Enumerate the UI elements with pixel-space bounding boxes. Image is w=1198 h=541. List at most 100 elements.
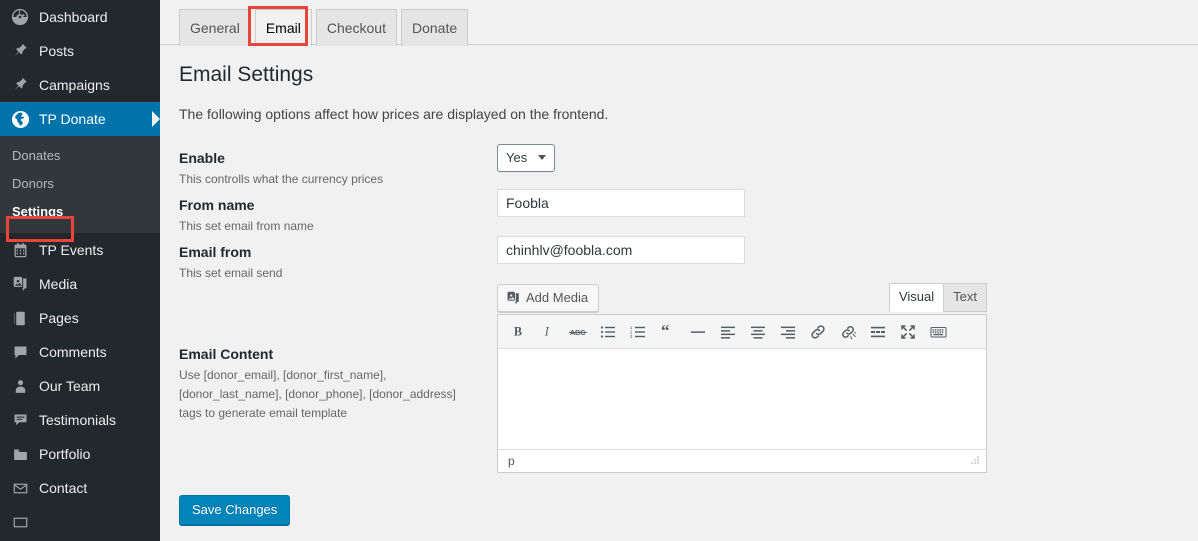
email-from-description: This set email send bbox=[179, 266, 283, 281]
field-input-cell: Add Media Visual Text B I ABC 1 2 3 “ p bbox=[497, 283, 1198, 485]
field-label-cell: Email from This set email send bbox=[179, 236, 497, 283]
blockquote-icon[interactable]: “ bbox=[653, 319, 683, 345]
editor-content-area[interactable] bbox=[498, 349, 986, 450]
sidebar-item-label: Comments bbox=[39, 344, 107, 360]
svg-text:B: B bbox=[513, 325, 521, 339]
tab-checkout[interactable]: Checkout bbox=[315, 9, 397, 46]
from-name-label: From name bbox=[179, 197, 255, 214]
user-icon bbox=[10, 376, 30, 396]
sidebar-item-label: Dashboard bbox=[39, 9, 108, 25]
sidebar-subitem-donors[interactable]: Donors bbox=[0, 170, 160, 198]
sidebar-item-label: Campaigns bbox=[39, 77, 110, 93]
sidebar-item-label: Testimonials bbox=[39, 412, 117, 428]
calendar-icon bbox=[10, 240, 30, 260]
sidebar-subitem-settings[interactable]: Settings bbox=[0, 198, 160, 226]
wp-editor: Add Media Visual Text B I ABC 1 2 3 “ p bbox=[497, 283, 987, 474]
envelope-icon bbox=[10, 478, 30, 498]
from-name-description: This set email from name bbox=[179, 219, 314, 234]
editor-toolbar: B I ABC 1 2 3 “ bbox=[498, 315, 986, 350]
sidebar-item-pages[interactable]: Pages bbox=[0, 301, 160, 335]
editor-element-path: p bbox=[508, 454, 515, 469]
page-title: Email Settings bbox=[179, 63, 314, 86]
sidebar-subitem-donates[interactable]: Donates bbox=[0, 142, 160, 170]
editor-top-bar: Add Media Visual Text bbox=[497, 283, 987, 314]
wordpress-admin: Dashboard Posts Campaigns TP Donate Dona… bbox=[0, 0, 1198, 541]
align-left-icon[interactable] bbox=[713, 319, 743, 345]
page-intro: The following options affect how prices … bbox=[179, 106, 609, 123]
sidebar-item-label: TP Donate bbox=[39, 111, 106, 127]
from-name-input[interactable] bbox=[497, 189, 745, 218]
bold-icon[interactable]: B bbox=[503, 319, 533, 345]
field-row-enable: Enable This controlls what the currency … bbox=[179, 144, 1198, 189]
sidebar-item-tp-donate[interactable]: TP Donate bbox=[0, 102, 160, 136]
globe-icon bbox=[10, 109, 30, 129]
pin-icon bbox=[10, 75, 30, 95]
dashboard-icon bbox=[10, 7, 30, 27]
field-input-cell bbox=[497, 189, 1198, 236]
settings-tab-bar: General Email Checkout Donate bbox=[160, 0, 1198, 47]
tab-text[interactable]: Text bbox=[943, 283, 987, 313]
sidebar-item-portfolio[interactable]: Portfolio bbox=[0, 437, 160, 471]
align-center-icon[interactable] bbox=[743, 319, 773, 345]
fullscreen-icon[interactable] bbox=[893, 319, 923, 345]
sidebar-item-dashboard[interactable]: Dashboard bbox=[0, 0, 160, 34]
strikethrough-icon[interactable]: ABC bbox=[563, 319, 593, 345]
sidebar-item-testimonials[interactable]: Testimonials bbox=[0, 403, 160, 437]
field-label-cell: Enable This controlls what the currency … bbox=[179, 144, 497, 189]
sidebar-item-media[interactable]: Media bbox=[0, 267, 160, 301]
editor-statusbar: p bbox=[498, 449, 986, 473]
sidebar-item-contact[interactable]: Contact bbox=[0, 471, 160, 505]
sidebar-item-label: Our Team bbox=[39, 378, 101, 394]
numbered-list-icon[interactable]: 123 bbox=[623, 319, 653, 345]
sidebar-item-partial[interactable] bbox=[0, 505, 160, 539]
sidebar-item-posts[interactable]: Posts bbox=[0, 34, 160, 68]
field-input-cell: Yes No bbox=[497, 144, 1198, 189]
unlink-icon[interactable] bbox=[833, 319, 863, 345]
sidebar-item-our-team[interactable]: Our Team bbox=[0, 369, 160, 403]
pages-icon bbox=[10, 308, 30, 328]
add-media-button[interactable]: Add Media bbox=[497, 284, 600, 313]
read-more-icon[interactable] bbox=[863, 319, 893, 345]
field-row-from-name: From name This set email from name bbox=[179, 189, 1198, 236]
italic-icon[interactable]: I bbox=[533, 319, 563, 345]
bulleted-list-icon[interactable] bbox=[593, 319, 623, 345]
svg-text:“: “ bbox=[661, 324, 670, 339]
horizontal-rule-icon[interactable] bbox=[683, 319, 713, 345]
sidebar-item-label: Posts bbox=[39, 43, 75, 59]
field-label-cell: Email Content Use [donor_email], [donor_… bbox=[179, 283, 497, 485]
sidebar-item-comments[interactable]: Comments bbox=[0, 335, 160, 369]
tab-general[interactable]: General bbox=[179, 9, 251, 46]
tab-visual[interactable]: Visual bbox=[888, 283, 945, 313]
sidebar-item-campaigns[interactable]: Campaigns bbox=[0, 68, 160, 102]
tab-donate[interactable]: Donate bbox=[400, 9, 469, 46]
link-icon[interactable] bbox=[803, 319, 833, 345]
sidebar-item-label: Portfolio bbox=[39, 446, 91, 462]
sidebar-item-label: Contact bbox=[39, 480, 88, 496]
email-content-label: Email Content bbox=[179, 346, 274, 363]
editor-mode-tabs: Visual Text bbox=[888, 283, 987, 313]
align-right-icon[interactable] bbox=[773, 319, 803, 345]
save-changes-button[interactable]: Save Changes bbox=[179, 495, 291, 526]
sidebar-item-tp-events[interactable]: TP Events bbox=[0, 233, 160, 267]
portfolio-icon bbox=[10, 444, 30, 464]
sidebar-submenu-tp-donate: Donates Donors Settings bbox=[0, 136, 160, 233]
enable-select[interactable]: Yes No bbox=[497, 144, 555, 173]
main-content: General Email Checkout Donate Email Setting… bbox=[160, 0, 1198, 541]
tab-email[interactable]: Email bbox=[254, 9, 312, 47]
resize-handle-icon[interactable] bbox=[968, 455, 980, 467]
pin-icon bbox=[10, 41, 30, 61]
toolbar-toggle-icon[interactable] bbox=[923, 319, 953, 345]
svg-text:I: I bbox=[543, 325, 549, 339]
testimonial-icon bbox=[10, 410, 30, 430]
sidebar-item-label: Pages bbox=[39, 310, 79, 326]
media-icon bbox=[10, 274, 30, 294]
email-from-input[interactable] bbox=[497, 236, 745, 265]
sidebar-item-label: TP Events bbox=[39, 242, 104, 258]
media-icon bbox=[506, 291, 521, 306]
enable-label: Enable bbox=[179, 150, 225, 167]
partial-icon bbox=[10, 512, 30, 532]
field-row-email-from: Email from This set email send bbox=[179, 236, 1198, 283]
editor-frame: B I ABC 1 2 3 “ p bbox=[497, 314, 987, 474]
comment-icon bbox=[10, 342, 30, 362]
svg-text:3: 3 bbox=[630, 334, 633, 339]
